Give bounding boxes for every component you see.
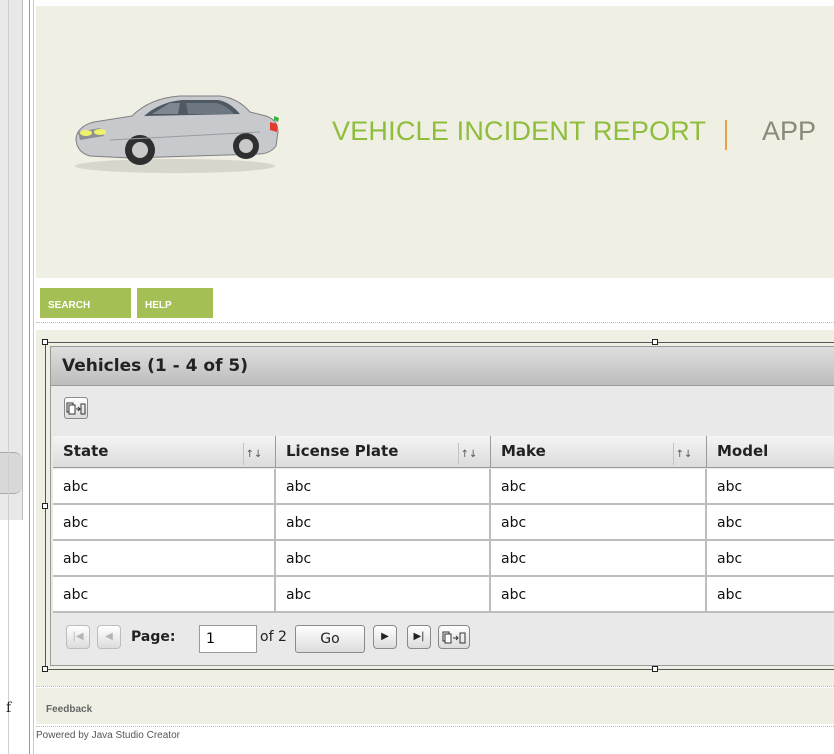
table-cell: abc (276, 541, 491, 577)
table-cell: abc (707, 505, 834, 541)
table-pager: |◀ ◀ Page: 1 of 2 Go ▶ ▶| (51, 615, 834, 665)
page-number-input[interactable]: 1 (199, 625, 257, 653)
feedback-link[interactable]: Feedback (46, 704, 92, 715)
table-cell: abc (707, 577, 834, 613)
page-count: of 2 (260, 629, 287, 645)
gutter-divider (8, 0, 9, 754)
ide-left-gutter: f (0, 0, 36, 754)
previous-page-icon[interactable]: ◀ (97, 625, 121, 649)
table-title: Vehicles (1 - 4 of 5) (62, 356, 248, 376)
gutter-divider (33, 0, 34, 754)
table-cell: abc (276, 469, 491, 505)
table-cell: abc (491, 505, 707, 541)
section-divider (36, 322, 834, 324)
resize-handle[interactable] (652, 339, 658, 345)
table-cell: abc (276, 577, 491, 613)
selection-frame-top (45, 342, 834, 343)
page-label: Page: (131, 629, 176, 645)
table-cell: abc (53, 469, 276, 505)
nav-search-button[interactable]: SEARCH (40, 288, 131, 318)
table-cell: abc (707, 469, 834, 505)
table-cell: abc (491, 577, 707, 613)
resize-handle[interactable] (652, 666, 658, 672)
nav-bar: SEARCH HELP (36, 280, 834, 318)
page-title: VEHICLE INCIDENT REPORT (332, 116, 707, 146)
car-logo-icon (75, 95, 279, 173)
splitter-handle[interactable] (0, 452, 22, 494)
selection-frame-bottom (45, 669, 834, 670)
text-cursor (725, 120, 727, 150)
table-cell: abc (491, 469, 707, 505)
preferences-icon[interactable] (64, 397, 88, 419)
sort-icon[interactable]: ↑↓ (673, 443, 694, 465)
ide-palette-strip (0, 0, 23, 520)
resize-handle[interactable] (42, 503, 48, 509)
table-cell: abc (53, 577, 276, 613)
preferences-icon[interactable] (438, 625, 470, 649)
gutter-divider (29, 0, 30, 754)
first-page-icon[interactable]: |◀ (66, 625, 90, 649)
section-divider (36, 726, 834, 728)
column-header-license-plate[interactable]: License Plate ↑↓ (276, 436, 491, 468)
table-title-bar: Vehicles (1 - 4 of 5) (51, 347, 834, 386)
column-header-model[interactable]: Model (707, 436, 834, 468)
page-title-truncated: APP (762, 116, 817, 146)
page-header: VEHICLE INCIDENT REPORT APP (36, 6, 834, 278)
column-header-make[interactable]: Make ↑↓ (491, 436, 707, 468)
column-header-state[interactable]: State ↑↓ (53, 436, 276, 468)
resize-handle[interactable] (42, 339, 48, 345)
vehicles-table: Vehicles (1 - 4 of 5) State ↑↓ License P… (50, 346, 834, 666)
table-cell: abc (491, 541, 707, 577)
go-button[interactable]: Go (295, 625, 365, 653)
last-page-icon[interactable]: ▶| (407, 625, 431, 649)
sort-icon[interactable]: ↑↓ (458, 443, 479, 465)
sort-icon[interactable]: ↑↓ (243, 443, 264, 465)
gutter-glyph: f (6, 700, 12, 716)
table-cell: abc (53, 541, 276, 577)
resize-handle[interactable] (42, 666, 48, 672)
next-page-icon[interactable]: ▶ (373, 625, 397, 649)
table-cell: abc (707, 541, 834, 577)
nav-help-button[interactable]: HELP (137, 288, 213, 318)
table-cell: abc (53, 505, 276, 541)
table-cell: abc (276, 505, 491, 541)
powered-by-text: Powered by Java Studio Creator (36, 730, 180, 741)
feedback-bar: Feedback (36, 688, 834, 724)
